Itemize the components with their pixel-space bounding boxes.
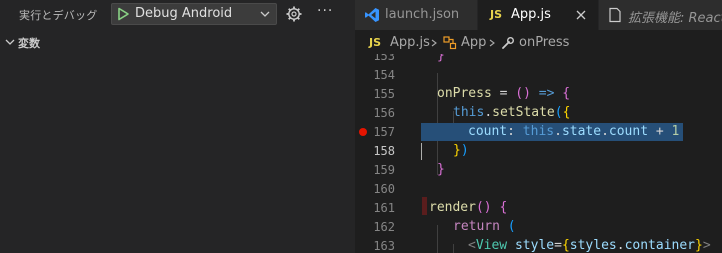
code-text: render() { <box>429 200 508 215</box>
chevron-down-icon[interactable] <box>258 7 272 21</box>
line-number: 159 <box>373 163 395 177</box>
code-line: 160 <box>355 180 722 199</box>
line-number: 158 <box>373 144 395 158</box>
tab-app-js[interactable]: JS App.js <box>478 0 599 30</box>
code-text: return ( <box>453 219 516 234</box>
chevron-down-icon <box>5 39 15 45</box>
gear-icon[interactable] <box>285 5 303 23</box>
code-line: 159 } <box>355 161 722 180</box>
code-text: count: this.state.count + 1 <box>468 124 680 139</box>
debug-config-select[interactable]: Debug Android <box>111 3 277 25</box>
code-line: 153 } <box>355 54 722 66</box>
more-icon[interactable]: ··· <box>317 4 337 23</box>
code-line: 162 return ( <box>355 218 722 237</box>
breadcrumb-member[interactable]: onPress <box>519 35 569 50</box>
variables-section-header[interactable]: 変数 <box>0 33 355 53</box>
code-text: }) <box>453 143 469 158</box>
debug-sidebar: 実行とデバッグ Debug Android ··· 変数 <box>0 0 355 253</box>
code-text: onPress = () => { <box>437 86 571 101</box>
code-line: 161 render() { <box>355 199 722 218</box>
play-icon[interactable] <box>115 6 131 22</box>
tab-extension-react[interactable]: 拡張機能: React <box>599 0 722 30</box>
chevron-right-icon <box>489 39 495 47</box>
code-text: } <box>437 54 445 63</box>
code-editor[interactable]: 153 } 154 155 onPress = () => { 156 this… <box>355 54 722 253</box>
text-cursor <box>421 143 422 160</box>
tab-label: launch.json <box>385 7 460 22</box>
debug-view-title: 実行とデバッグ <box>19 9 98 22</box>
breadcrumb-class[interactable]: App <box>461 35 486 50</box>
code-line-current: 158 }) <box>355 142 722 161</box>
tab-label: App.js <box>511 7 551 22</box>
line-number: 156 <box>373 106 395 120</box>
line-number: 154 <box>373 68 395 82</box>
debug-config-label: Debug Android <box>135 6 233 21</box>
variables-label: 変数 <box>18 37 40 50</box>
chevron-right-icon <box>431 39 437 47</box>
editor-tab-bar: launch.json JS App.js 拡張機能: React <box>355 0 722 30</box>
code-line-breakpoint: 157 count: this.state.count + 1 <box>355 123 722 142</box>
class-icon <box>443 36 457 50</box>
line-number: 160 <box>373 182 395 196</box>
line-number: 161 <box>373 201 395 215</box>
code-line: 156 this.setState({ <box>355 104 722 123</box>
line-number: 163 <box>373 239 395 253</box>
line-number: 162 <box>373 220 395 234</box>
close-icon[interactable] <box>574 8 588 22</box>
code-line: 154 <box>355 66 722 85</box>
tab-launch-json[interactable]: launch.json <box>355 0 478 30</box>
tab-label: 拡張機能: React <box>628 11 722 26</box>
code-text: this.setState({ <box>453 105 571 120</box>
line-number: 153 <box>373 54 395 63</box>
js-file-icon: JS <box>369 36 382 49</box>
wrench-icon <box>502 37 514 49</box>
breadcrumb: JS App.js App onPress <box>355 30 722 54</box>
code-text: <View style={styles.container}> <box>468 238 711 253</box>
line-number: 157 <box>373 125 395 139</box>
breadcrumb-file[interactable]: App.js <box>390 35 430 50</box>
debug-toolbar: 実行とデバッグ Debug Android ··· <box>0 0 355 30</box>
code-line: 163 <View style={styles.container}> <box>355 237 722 253</box>
editor-area: launch.json JS App.js 拡張機能: React JS App… <box>355 0 722 253</box>
code-line: 155 onPress = () => { <box>355 85 722 104</box>
line-number: 155 <box>373 87 395 101</box>
js-file-icon: JS <box>490 8 503 21</box>
code-text: } <box>437 162 445 177</box>
preview-icon <box>609 7 621 23</box>
vscode-icon <box>365 8 379 22</box>
